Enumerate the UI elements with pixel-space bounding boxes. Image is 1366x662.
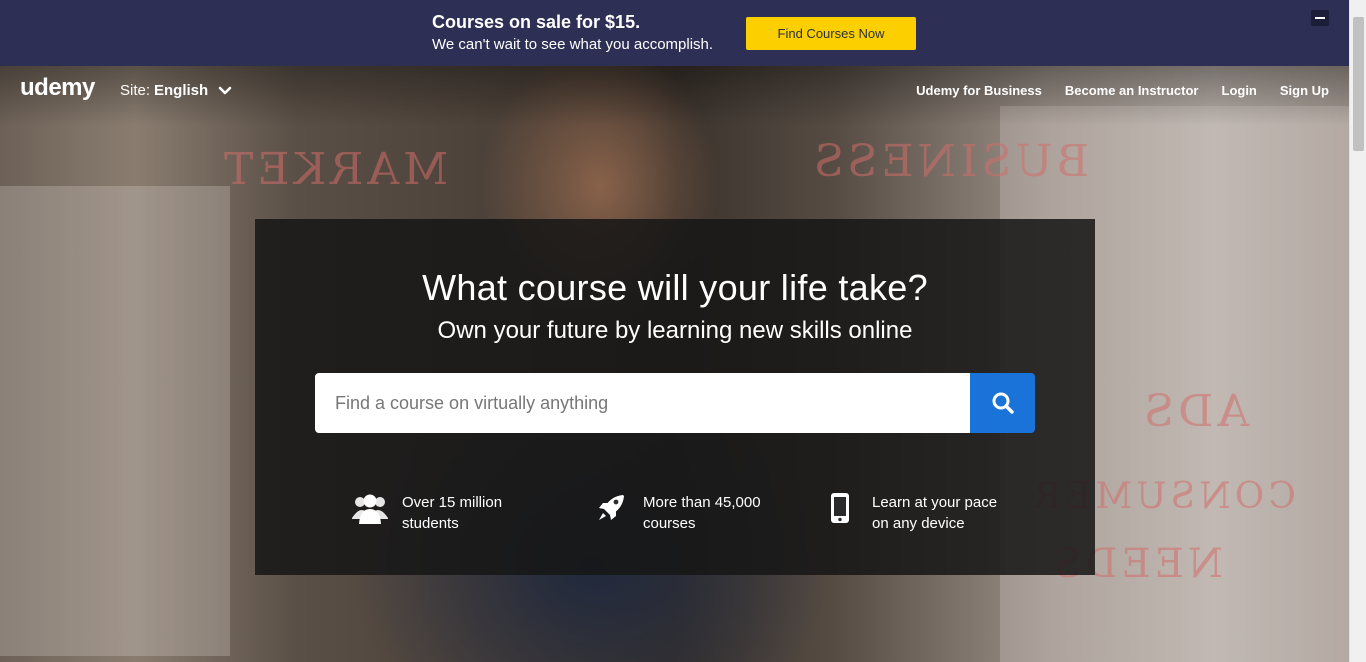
users-icon bbox=[350, 492, 390, 526]
promo-banner: Courses on sale for $15. We can't wait t… bbox=[0, 0, 1349, 66]
feature-device-line2: on any device bbox=[872, 515, 965, 532]
feature-courses-line2: courses bbox=[643, 515, 696, 532]
promo-subtitle: We can't wait to see what you accomplish… bbox=[432, 36, 714, 53]
udemy-logo[interactable]: udemy bbox=[20, 74, 95, 102]
promo-text: Courses on sale for $15. We can't wait t… bbox=[432, 11, 713, 56]
page-scrollbar[interactable] bbox=[1349, 0, 1366, 662]
feature-device-line1: Learn at your pace bbox=[872, 494, 998, 511]
promo-title: Courses on sale for $15. bbox=[432, 12, 641, 32]
site-label: Site: bbox=[120, 82, 151, 99]
mobile-icon bbox=[820, 492, 860, 524]
feature-students-line2: students bbox=[402, 515, 459, 532]
hero-headline: What course will your life take? bbox=[422, 267, 928, 308]
nav-become-instructor[interactable]: Become an Instructor bbox=[1065, 83, 1199, 98]
course-search-input[interactable] bbox=[315, 373, 971, 433]
feature-students: Over 15 million students bbox=[350, 492, 502, 534]
feature-device: Learn at your pace on any device bbox=[820, 492, 997, 534]
site-language-selector[interactable]: Site: English bbox=[120, 82, 232, 99]
hero-panel: What course will your life take? Own you… bbox=[255, 219, 1095, 575]
feature-courses: More than 45,000 courses bbox=[591, 492, 761, 534]
nav-login[interactable]: Login bbox=[1222, 83, 1257, 98]
hero-subheadline: Own your future by learning new skills o… bbox=[437, 317, 913, 344]
find-courses-button[interactable]: Find Courses Now bbox=[746, 17, 916, 50]
window-left bbox=[0, 186, 230, 656]
nav-sign-up[interactable]: Sign Up bbox=[1280, 83, 1329, 98]
feature-courses-line1: More than 45,000 bbox=[643, 494, 761, 511]
chevron-down-icon bbox=[218, 86, 232, 94]
nav-udemy-for-business[interactable]: Udemy for Business bbox=[916, 83, 1042, 98]
minimize-icon bbox=[1315, 17, 1325, 19]
scrollbar-thumb[interactable] bbox=[1353, 17, 1364, 151]
glass-word-business: BUSINESS bbox=[810, 136, 1090, 187]
search-icon bbox=[992, 392, 1014, 414]
glass-word-market: MARKET bbox=[220, 144, 449, 195]
rocket-icon bbox=[591, 492, 631, 524]
site-language: English bbox=[154, 82, 209, 99]
feature-students-line1: Over 15 million bbox=[402, 494, 503, 511]
glass-word-ads: ADS bbox=[1140, 386, 1250, 437]
search-button[interactable] bbox=[970, 373, 1035, 433]
minimize-banner-button[interactable] bbox=[1311, 10, 1329, 26]
top-nav: Udemy for Business Become an Instructor … bbox=[916, 83, 1329, 98]
